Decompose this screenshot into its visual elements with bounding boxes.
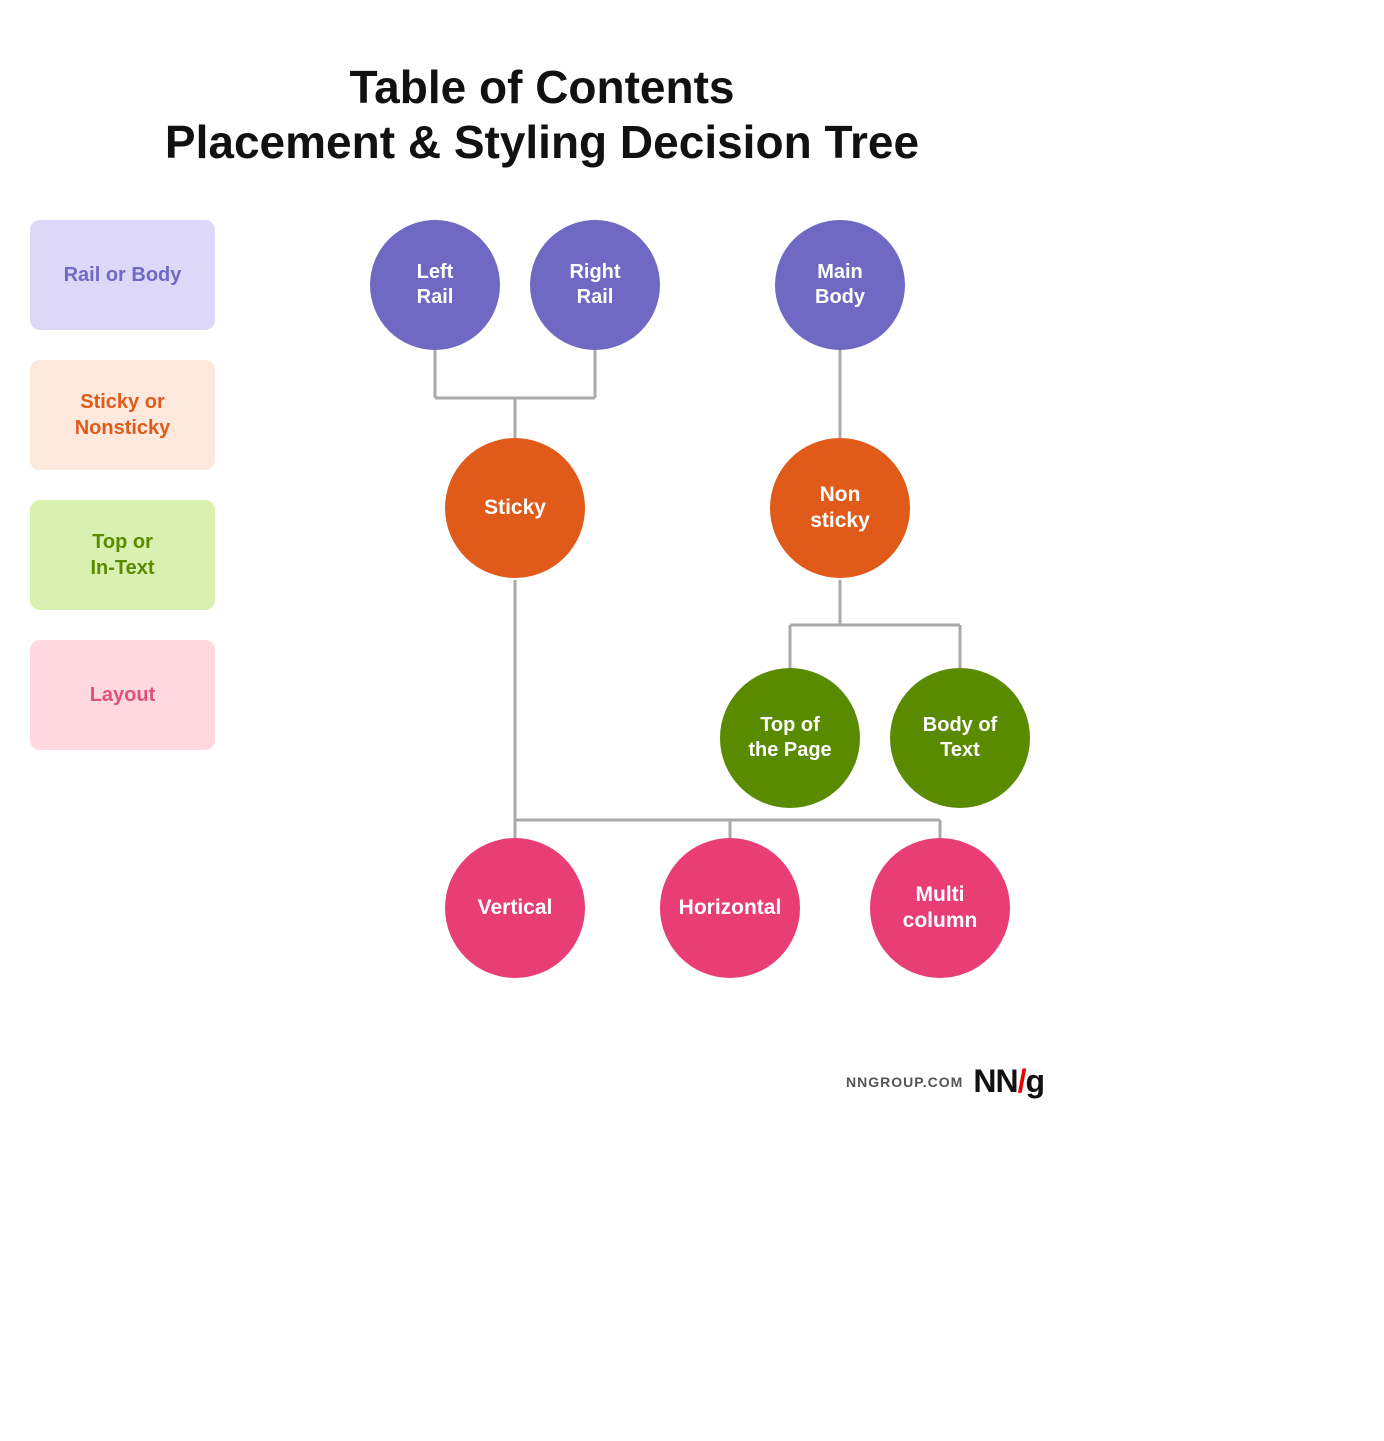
legend-top-or-intext: Top orIn-Text bbox=[30, 500, 215, 610]
node-right-rail: RightRail bbox=[530, 220, 660, 350]
legend-layout: Layout bbox=[30, 640, 215, 750]
node-vertical: Vertical bbox=[445, 838, 585, 978]
node-main-body: MainBody bbox=[775, 220, 905, 350]
title-line1: Table of Contents bbox=[349, 61, 734, 113]
legend-sticky-or-nonsticky: Sticky orNonsticky bbox=[30, 360, 215, 470]
node-sticky: Sticky bbox=[445, 438, 585, 578]
legend: Rail or Body Sticky orNonsticky Top orIn… bbox=[30, 220, 215, 750]
node-non-sticky: Nonsticky bbox=[770, 438, 910, 578]
diagram-area: Rail or Body Sticky orNonsticky Top orIn… bbox=[0, 220, 1084, 1120]
branding-site: NNGROUP.COM bbox=[846, 1074, 963, 1090]
title-line2: Placement & Styling Decision Tree bbox=[165, 116, 919, 168]
legend-rail-or-body: Rail or Body bbox=[30, 220, 215, 330]
branding-logo: NN/g bbox=[973, 1063, 1044, 1100]
node-top-of-page: Top ofthe Page bbox=[720, 668, 860, 808]
node-horizontal: Horizontal bbox=[660, 838, 800, 978]
branding: NNGROUP.COM NN/g bbox=[846, 1063, 1044, 1100]
node-body-of-text: Body ofText bbox=[890, 668, 1030, 808]
page-title: Table of Contents Placement & Styling De… bbox=[0, 0, 1084, 170]
node-multi-column: Multicolumn bbox=[870, 838, 1010, 978]
node-left-rail: LeftRail bbox=[370, 220, 500, 350]
